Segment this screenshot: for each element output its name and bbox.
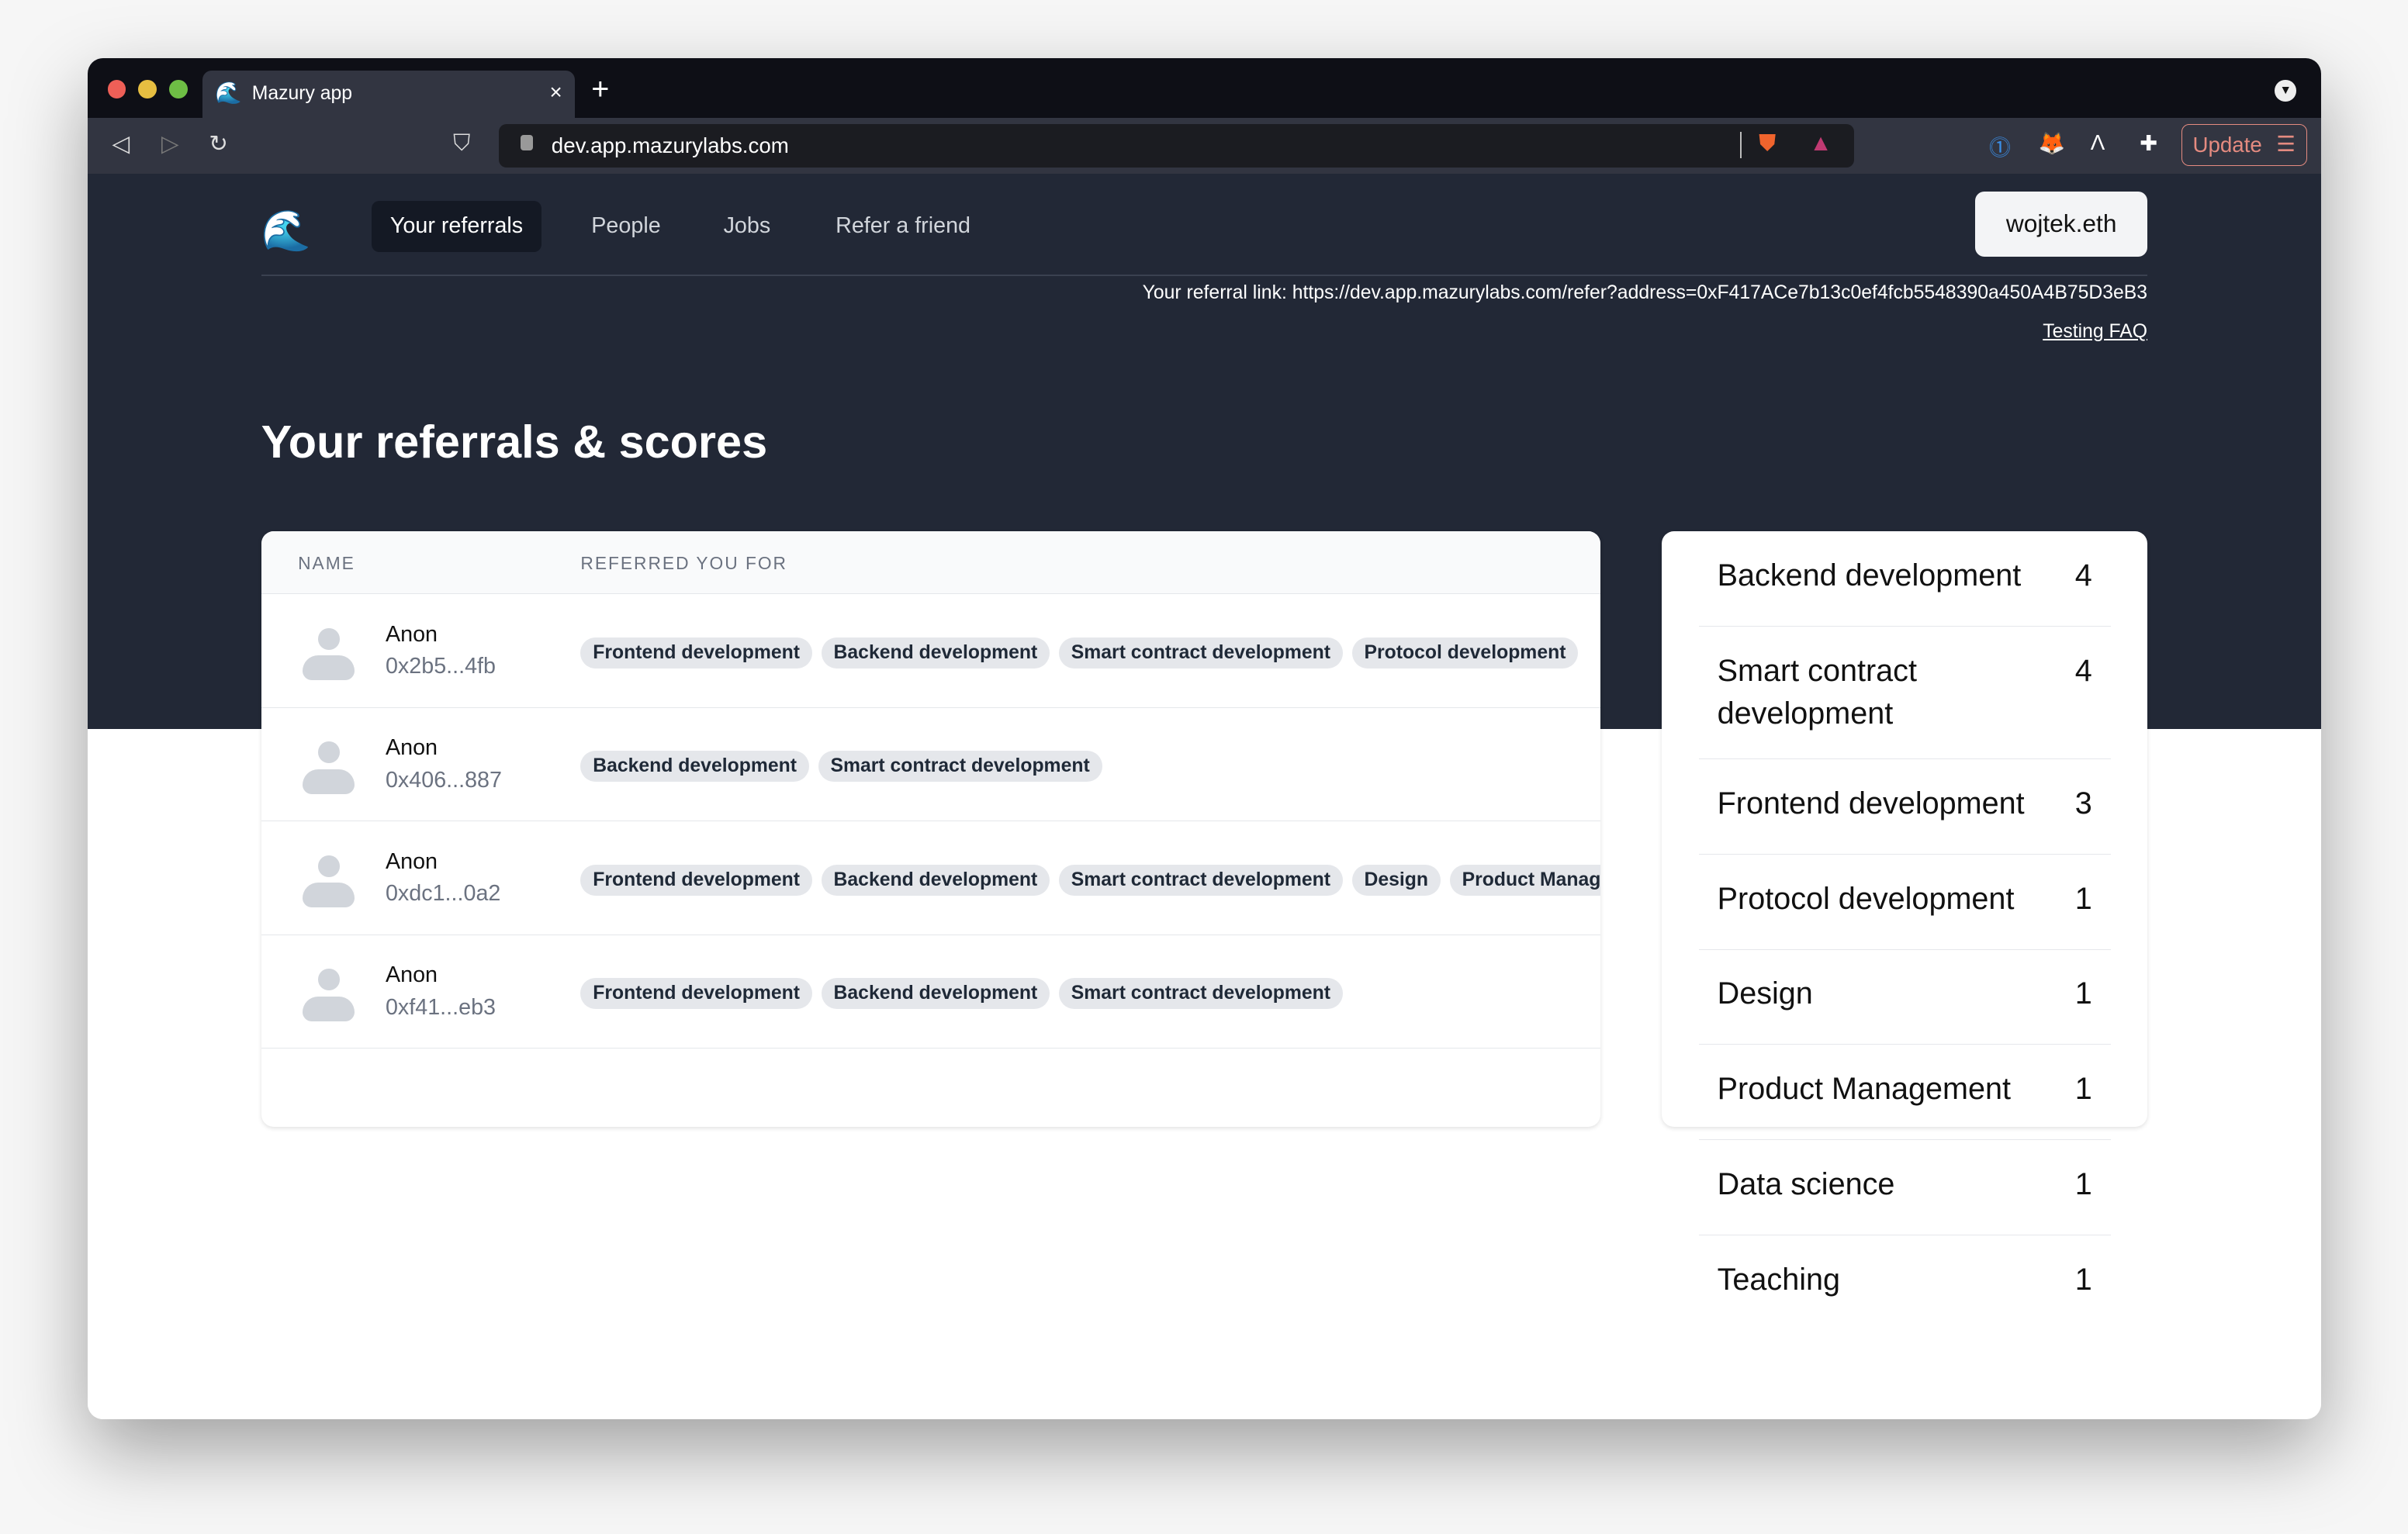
score-label: Frontend development [1717,786,2025,821]
tab-title: Mazury app [251,82,353,104]
update-button[interactable]: Update ☰ [2181,124,2307,166]
referrer-name: Anon [385,621,438,647]
close-tab-icon[interactable]: × [550,80,562,105]
reload-icon[interactable]: ↻ [209,130,228,157]
testing-faq-link[interactable]: Testing FAQ [2043,321,2147,343]
minimize-window-button[interactable] [138,79,157,98]
score-label: Backend development [1717,558,2022,593]
score-item: Data science 1 [1698,1140,2111,1235]
table-row[interactable]: Anon 0x2b5...4fb Frontend development Back… [261,594,1601,708]
avatar [303,741,355,794]
referrer-name: Anon [385,735,438,761]
browser-toolbar: ◁ ▷ ↻ ⛉ dev.app.mazurylabs.com ⛊ ▲ ⓵ 🦊 Ʌ… [87,118,2321,174]
score-label: Design [1717,976,1813,1011]
score-count: 1 [2074,1262,2092,1297]
browser-tab[interactable]: 🌊 Mazury app × [202,71,575,119]
score-count: 1 [2074,1166,2092,1201]
referrer-address: 0xdc1...0a2 [385,881,501,907]
new-tab-icon[interactable]: + [591,72,609,107]
skill-tag: Smart contract development [1058,864,1343,896]
avatar [303,969,355,1021]
table-row[interactable]: Anon 0xdc1...0a2 Frontend development Back… [261,821,1601,935]
score-item: Teaching 1 [1699,1235,2111,1331]
avatar [303,627,355,681]
brave-shield-icon[interactable]: ⛊ [1759,130,1776,157]
nav-your-referrals[interactable]: Your referrals [372,201,541,252]
scores-list: Backend development 4 Smart contract devel… [1698,531,2111,1331]
metamask-icon[interactable]: 🦊 [2038,130,2065,156]
brave-rewards-icon[interactable]: ▲ [1809,130,1832,157]
score-item: Design 1 [1698,950,2111,1045]
score-count: 3 [2074,786,2092,821]
score-count: 1 [2074,881,2092,916]
score-item: Product Management 1 [1698,1045,2111,1141]
forward-icon[interactable]: ▷ [161,130,179,157]
skill-tag: Smart contract development [1058,637,1343,669]
extension-m-icon[interactable]: Ʌ [2091,130,2105,155]
tab-menu-icon[interactable]: ▼ [2275,79,2297,102]
table-row[interactable]: Anon 0x406...887 Backend development Smart… [261,708,1601,822]
divider [261,275,2148,277]
skill-tag: Backend development [821,637,1050,669]
url-text: dev.app.mazurylabs.com [551,133,789,158]
wave-favicon-icon: 🌊 [215,80,242,105]
extensions-puzzle-icon[interactable]: ✚ [2140,130,2157,156]
score-count: 4 [2074,653,2092,688]
nav-refer-a-friend[interactable]: Refer a friend [817,201,988,251]
tab-bar: 🌊 Mazury app × + ▼ [87,58,2321,119]
skill-tag: Frontend development [580,864,812,896]
skill-tag: Protocol development [1351,637,1579,669]
score-label: Teaching [1717,1262,1841,1297]
score-item: Smart contract development 4 [1698,627,2111,760]
nav-jobs[interactable]: Jobs [705,201,789,251]
score-count: 1 [2074,1072,2092,1106]
score-count: 4 [2074,558,2092,593]
score-item: Protocol development 1 [1698,855,2111,950]
skill-tag: Smart contract development [1058,978,1343,1010]
skill-tag: Design [1351,864,1441,896]
score-label: Smart contract development [1717,653,1917,731]
score-count: 1 [2074,976,2092,1011]
user-account-button[interactable]: wojtek.eth [1975,192,2148,257]
skill-tag: Backend development [821,978,1050,1010]
referral-link[interactable]: Your referral link: https://dev.app.mazu… [1143,282,2147,304]
skill-tag: Frontend development [580,637,812,669]
referrer-address: 0x2b5...4fb [385,654,496,679]
nav-people[interactable]: People [573,201,680,251]
score-label: Data science [1717,1166,1895,1201]
page: 🌊 Your referrals People Jobs Refer a fri… [87,173,2321,1419]
score-item: Backend development 4 [1698,531,2111,627]
back-icon[interactable]: ◁ [112,130,130,157]
score-label: Product Management [1717,1072,2012,1106]
page-title: Your referrals & scores [261,415,768,468]
referrer-address: 0x406...887 [385,767,502,793]
bookmark-icon[interactable]: ⛉ [453,130,470,157]
menu-icon: ☰ [2276,132,2296,157]
maximize-window-button[interactable] [168,79,188,98]
lock-icon [521,135,534,151]
referrer-name: Anon [385,962,438,988]
score-label: Protocol development [1717,881,2015,916]
skill-tag: Product Management [1449,864,1601,896]
column-header-name: NAME [298,552,355,573]
referrer-name: Anon [385,848,438,874]
skill-tag: Backend development [821,864,1050,896]
address-bar[interactable]: dev.app.mazurylabs.com ⛊ ▲ [499,124,1854,168]
column-header-referred-for: REFERRED YOU FOR [580,552,787,573]
mazury-logo[interactable]: 🌊 [261,207,311,254]
skill-tag: Backend development [580,751,809,783]
skill-tag: Smart contract development [818,751,1102,783]
1password-icon[interactable]: ⓵ [1989,130,2011,161]
referrer-address: 0xf41...eb3 [385,995,496,1020]
referrals-table: NAME REFERRED YOU FOR Anon 0x2b5...4fb Fr… [261,531,1601,1128]
table-row[interactable]: Anon 0xf41...eb3 Frontend development Back… [261,935,1601,1049]
score-item: Frontend development 3 [1698,759,2111,855]
skill-tag: Frontend development [580,978,812,1010]
close-window-button[interactable] [107,79,126,98]
avatar [303,855,355,908]
browser-window: 🌊 Mazury app × + ▼ ◁ ▷ ↻ ⛉ dev.app.mazur… [87,58,2321,1419]
table-header: NAME REFERRED YOU FOR [261,531,1601,595]
